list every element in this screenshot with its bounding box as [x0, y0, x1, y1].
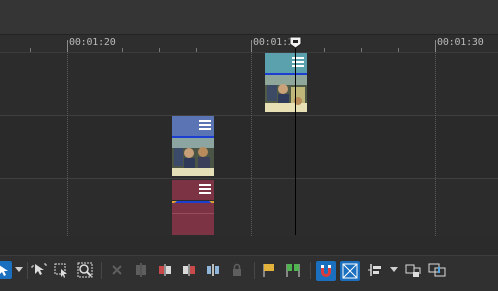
edit-tool-dropdown-icon[interactable]	[15, 267, 23, 272]
clip-menu-icon[interactable]	[292, 57, 304, 69]
split-icon[interactable]	[180, 261, 198, 279]
clip-menu-icon[interactable]	[199, 120, 211, 132]
time-ruler[interactable]: 00:01:20 00:01:2 00:01:30	[0, 35, 498, 53]
grid-line	[435, 53, 436, 236]
trim-end-icon[interactable]	[156, 261, 174, 279]
toolbar-separator	[101, 262, 102, 279]
clip-thumbnail	[172, 138, 214, 176]
timeline-header-bar	[0, 0, 498, 35]
clip-menu-icon[interactable]	[199, 184, 211, 196]
toolbar-separator	[254, 262, 255, 279]
ruler-label: 00:01:30	[437, 37, 484, 48]
ruler-major-tick	[251, 40, 252, 52]
playhead-line	[295, 44, 296, 235]
toolbar-separator	[27, 262, 28, 279]
ruler-tick	[324, 48, 325, 52]
region-icon[interactable]	[284, 261, 302, 279]
delete-icon[interactable]	[108, 261, 126, 279]
ruler-tick	[30, 48, 31, 52]
grid-line	[67, 53, 68, 236]
normal-edit-tool-icon[interactable]	[0, 261, 12, 279]
timeline-toolbar	[0, 255, 498, 291]
video-clip-top[interactable]	[265, 53, 307, 112]
toolbar-separator	[310, 262, 311, 279]
auto-crossfade-icon[interactable]	[340, 261, 360, 281]
snapping-icon[interactable]	[316, 261, 336, 281]
ruler-tick	[122, 48, 123, 52]
trim-start-icon[interactable]	[132, 261, 150, 279]
video-clip-middle[interactable]	[172, 116, 214, 176]
ruler-tick	[159, 48, 160, 52]
grid-line	[251, 53, 252, 236]
ripple-dropdown-icon[interactable]	[390, 267, 398, 272]
video-track-2[interactable]	[0, 116, 498, 178]
ruler-label: 00:01:20	[69, 37, 116, 48]
audio-track-1[interactable]	[0, 179, 498, 236]
split-center-icon[interactable]	[204, 261, 222, 279]
ripple-edit-icon[interactable]	[366, 261, 384, 279]
select-tool-icon[interactable]	[30, 261, 48, 279]
ignore-grouping-icon[interactable]	[428, 261, 446, 279]
ruler-tick	[361, 48, 362, 52]
envelope-tool-icon[interactable]	[52, 261, 70, 279]
marker-icon[interactable]	[260, 261, 278, 279]
video-track-1[interactable]	[0, 53, 498, 115]
lock-envelopes-icon[interactable]	[404, 261, 422, 279]
audio-clip-bottom[interactable]	[172, 180, 214, 235]
lock-icon[interactable]	[228, 261, 246, 279]
clip-body	[172, 203, 214, 235]
clip-divider	[172, 213, 214, 214]
playhead-handle[interactable]	[289, 36, 302, 49]
ruler-major-tick	[435, 40, 436, 52]
ruler-tick	[196, 48, 197, 52]
ruler-tick	[398, 48, 399, 52]
ruler-major-tick	[67, 40, 68, 52]
timeline-tracks[interactable]	[0, 53, 498, 253]
ruler-label: 00:01:2	[253, 37, 294, 48]
zoom-tool-icon[interactable]	[76, 261, 94, 279]
clip-thumbnail	[265, 75, 307, 112]
